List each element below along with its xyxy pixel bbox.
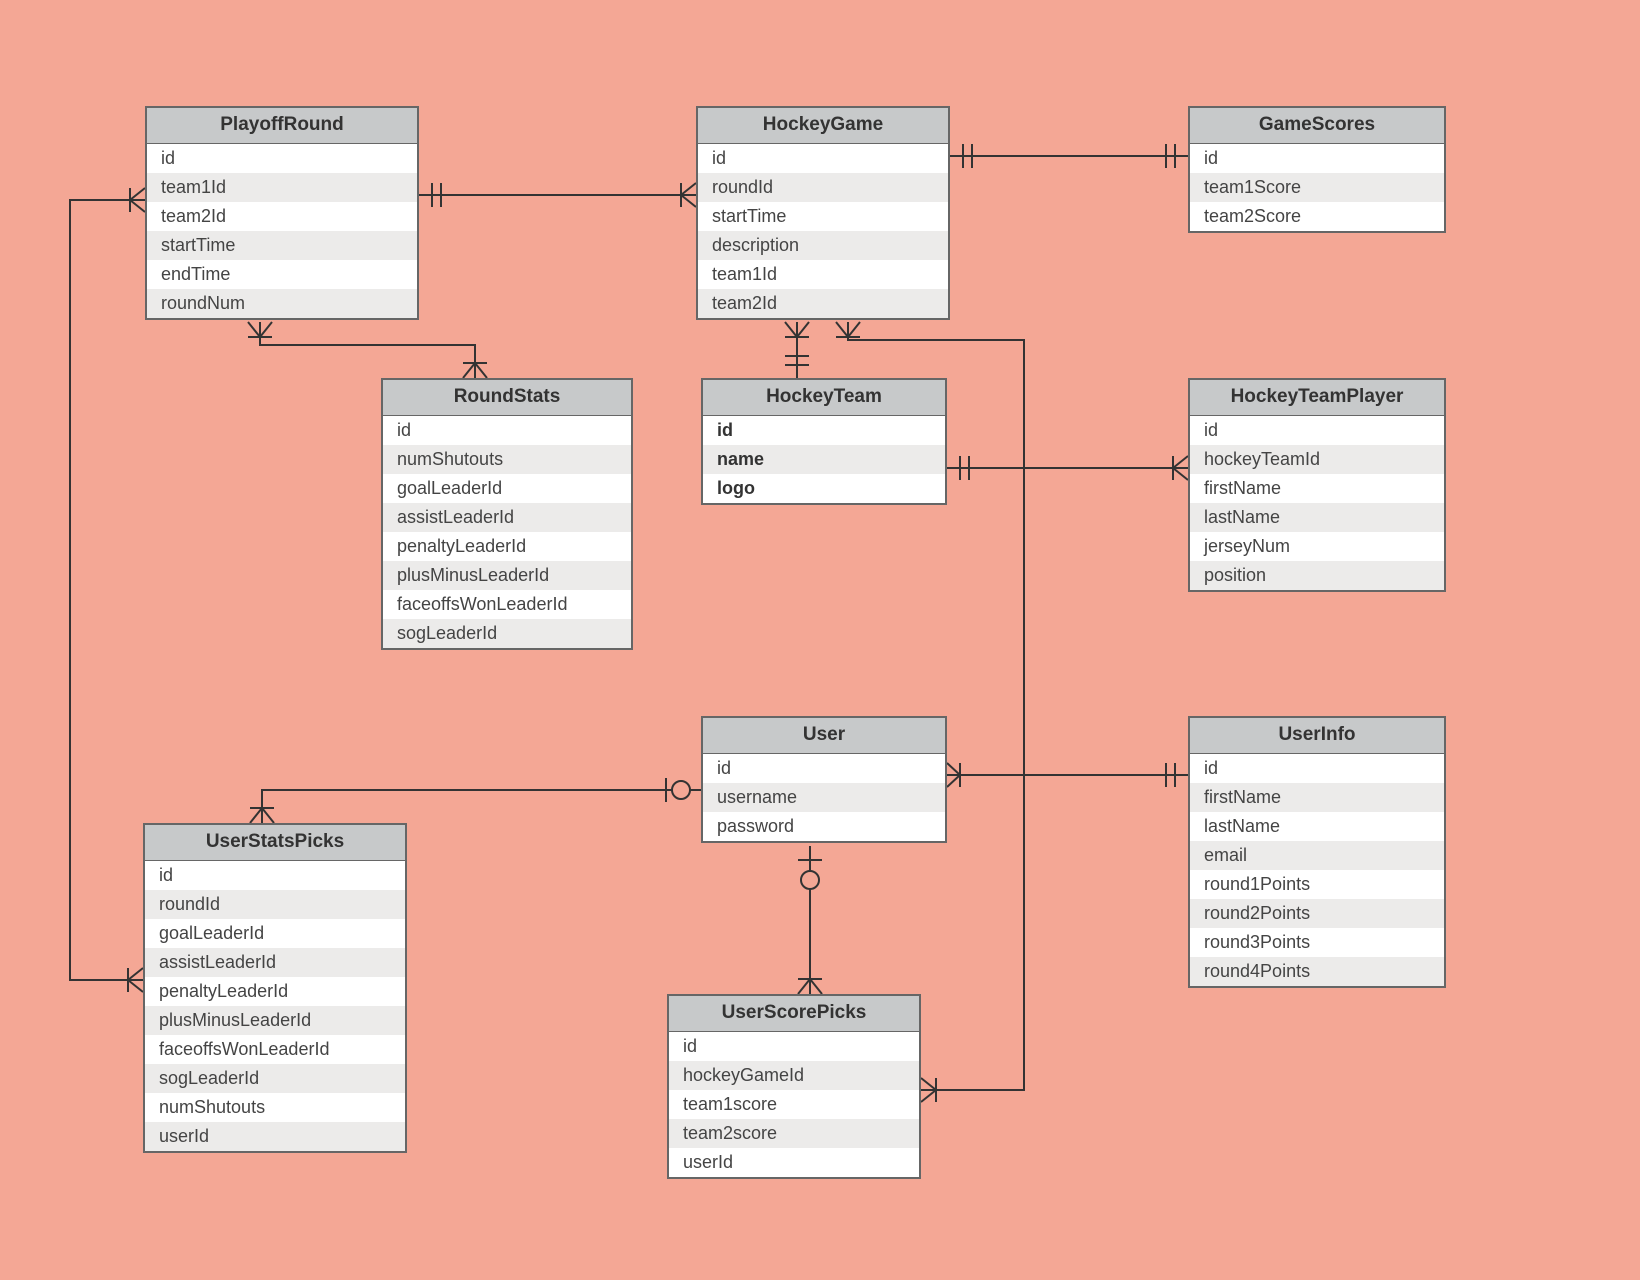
- field-row: team2Id: [698, 289, 948, 318]
- field-row: logo: [703, 474, 945, 503]
- entity-fields: idnumShutoutsgoalLeaderIdassistLeaderIdp…: [383, 416, 631, 648]
- field-row: numShutouts: [145, 1093, 405, 1122]
- field-row: team1score: [669, 1090, 919, 1119]
- field-row: penaltyLeaderId: [383, 532, 631, 561]
- field-row: id: [1190, 754, 1444, 783]
- field-row: jerseyNum: [1190, 532, 1444, 561]
- field-row: name: [703, 445, 945, 474]
- entity-title: HockeyTeamPlayer: [1190, 380, 1444, 416]
- field-row: team1Score: [1190, 173, 1444, 202]
- entity-title: UserScorePicks: [669, 996, 919, 1032]
- entity-gamescores[interactable]: GameScores idteam1Scoreteam2Score: [1188, 106, 1446, 233]
- field-row: position: [1190, 561, 1444, 590]
- field-row: firstName: [1190, 783, 1444, 812]
- field-row: email: [1190, 841, 1444, 870]
- entity-fields: idroundIdstartTimedescriptionteam1Idteam…: [698, 144, 948, 318]
- field-row: startTime: [147, 231, 417, 260]
- field-row: team1Id: [698, 260, 948, 289]
- field-row: team2Id: [147, 202, 417, 231]
- field-row: username: [703, 783, 945, 812]
- field-row: hockeyTeamId: [1190, 445, 1444, 474]
- field-row: faceoffsWonLeaderId: [145, 1035, 405, 1064]
- field-row: round2Points: [1190, 899, 1444, 928]
- entity-hockeygame[interactable]: HockeyGame idroundIdstartTimedescription…: [696, 106, 950, 320]
- field-row: password: [703, 812, 945, 841]
- entity-roundstats[interactable]: RoundStats idnumShutoutsgoalLeaderIdassi…: [381, 378, 633, 650]
- field-row: penaltyLeaderId: [145, 977, 405, 1006]
- entity-title: PlayoffRound: [147, 108, 417, 144]
- field-row: id: [669, 1032, 919, 1061]
- field-row: faceoffsWonLeaderId: [383, 590, 631, 619]
- field-row: round4Points: [1190, 957, 1444, 986]
- entity-hockeyteamplayer[interactable]: HockeyTeamPlayer idhockeyTeamIdfirstName…: [1188, 378, 1446, 592]
- field-row: description: [698, 231, 948, 260]
- field-row: team2score: [669, 1119, 919, 1148]
- field-row: id: [147, 144, 417, 173]
- field-row: plusMinusLeaderId: [383, 561, 631, 590]
- entity-userinfo[interactable]: UserInfo idfirstNamelastNameemailround1P…: [1188, 716, 1446, 988]
- entity-title: HockeyGame: [698, 108, 948, 144]
- field-row: id: [145, 861, 405, 890]
- field-row: team1Id: [147, 173, 417, 202]
- entity-title: GameScores: [1190, 108, 1444, 144]
- field-row: roundNum: [147, 289, 417, 318]
- entity-playoffround[interactable]: PlayoffRound idteam1Idteam2IdstartTimeen…: [145, 106, 419, 320]
- field-row: endTime: [147, 260, 417, 289]
- entity-fields: idteam1Scoreteam2Score: [1190, 144, 1444, 231]
- field-row: team2Score: [1190, 202, 1444, 231]
- entity-userstatspicks[interactable]: UserStatsPicks idroundIdgoalLeaderIdassi…: [143, 823, 407, 1153]
- field-row: roundId: [698, 173, 948, 202]
- field-row: assistLeaderId: [383, 503, 631, 532]
- entity-fields: idteam1Idteam2IdstartTimeendTimeroundNum: [147, 144, 417, 318]
- field-row: id: [1190, 416, 1444, 445]
- entity-title: UserInfo: [1190, 718, 1444, 754]
- field-row: id: [703, 754, 945, 783]
- field-row: id: [383, 416, 631, 445]
- diagram-canvas: PlayoffRound idteam1Idteam2IdstartTimeen…: [0, 0, 1640, 1280]
- field-row: startTime: [698, 202, 948, 231]
- field-row: round3Points: [1190, 928, 1444, 957]
- entity-title: User: [703, 718, 945, 754]
- entity-fields: idhockeyTeamIdfirstNamelastNamejerseyNum…: [1190, 416, 1444, 590]
- entity-fields: idusernamepassword: [703, 754, 945, 841]
- field-row: plusMinusLeaderId: [145, 1006, 405, 1035]
- entity-hockeyteam[interactable]: HockeyTeam idnamelogo: [701, 378, 947, 505]
- field-row: goalLeaderId: [383, 474, 631, 503]
- field-row: sogLeaderId: [383, 619, 631, 648]
- field-row: firstName: [1190, 474, 1444, 503]
- entity-user[interactable]: User idusernamepassword: [701, 716, 947, 843]
- entity-fields: idhockeyGameIdteam1scoreteam2scoreuserId: [669, 1032, 919, 1177]
- field-row: id: [698, 144, 948, 173]
- field-row: userId: [145, 1122, 405, 1151]
- field-row: numShutouts: [383, 445, 631, 474]
- entity-fields: idroundIdgoalLeaderIdassistLeaderIdpenal…: [145, 861, 405, 1151]
- field-row: lastName: [1190, 503, 1444, 532]
- field-row: sogLeaderId: [145, 1064, 405, 1093]
- field-row: goalLeaderId: [145, 919, 405, 948]
- field-row: assistLeaderId: [145, 948, 405, 977]
- entity-fields: idnamelogo: [703, 416, 945, 503]
- field-row: lastName: [1190, 812, 1444, 841]
- entity-title: UserStatsPicks: [145, 825, 405, 861]
- entity-userscorepicks[interactable]: UserScorePicks idhockeyGameIdteam1scoret…: [667, 994, 921, 1179]
- entity-title: HockeyTeam: [703, 380, 945, 416]
- field-row: id: [703, 416, 945, 445]
- entity-fields: idfirstNamelastNameemailround1Pointsroun…: [1190, 754, 1444, 986]
- field-row: hockeyGameId: [669, 1061, 919, 1090]
- field-row: roundId: [145, 890, 405, 919]
- field-row: round1Points: [1190, 870, 1444, 899]
- entity-title: RoundStats: [383, 380, 631, 416]
- field-row: userId: [669, 1148, 919, 1177]
- field-row: id: [1190, 144, 1444, 173]
